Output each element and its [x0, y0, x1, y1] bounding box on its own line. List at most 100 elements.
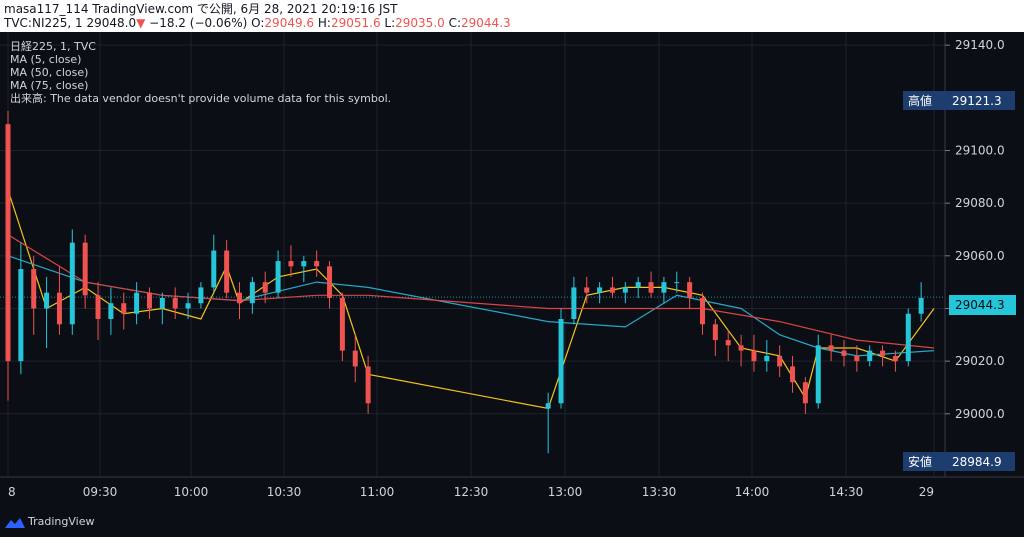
candlesticks [5, 110, 924, 454]
candle-body [224, 250, 230, 293]
low-label: L: [384, 16, 396, 30]
x-tick-label: 8 [8, 485, 16, 499]
candle-body [56, 292, 62, 325]
candle-body [687, 282, 693, 298]
high-tag-label: 高値 [908, 93, 932, 108]
x-tick-label: 14:00 [735, 485, 770, 499]
change-arrow-icon: ▼ [136, 16, 146, 30]
high-price-tag: 高値 29121.3 [903, 91, 1015, 110]
candle-body [108, 303, 114, 320]
tradingview-brand: TradingView [28, 515, 95, 528]
candle-body [314, 261, 320, 267]
candle-body [622, 287, 628, 293]
candle-body [185, 303, 191, 309]
candle-body [700, 297, 705, 325]
legend: 日経225, 1, TVC MA (5, close) MA (50, clos… [10, 40, 391, 105]
candle-body [327, 266, 333, 298]
time-axis[interactable]: 8 09:30 10:00 10:30 11:00 12:30 13:00 13:30 14:0… [8, 485, 934, 499]
candle-body [5, 124, 11, 362]
candle-body [31, 268, 37, 309]
last-price-tag: 29044.3 [949, 295, 1016, 315]
legend-symbol: 日経225, 1, TVC [10, 40, 96, 53]
symbol-label: TVC:NI225, 1 [4, 16, 83, 30]
low-price-tag: 安値 28984.9 [903, 452, 1015, 471]
candle-body [558, 319, 564, 404]
x-tick-label: 11:00 [360, 485, 395, 499]
candle-body [661, 282, 667, 293]
candle-body [764, 355, 770, 362]
low-value: 29035.0 [395, 16, 445, 30]
candle-body [828, 345, 834, 351]
chart-svg[interactable]: 29000.029020.029040.029060.029080.029100… [0, 32, 1024, 505]
legend-ma50: MA (50, close) [10, 66, 88, 79]
y-tick-label: 29020.0 [955, 354, 1005, 368]
candle-body [571, 287, 577, 320]
price-change: −18.2 (−0.06%) [149, 16, 248, 30]
chart-header: masa117_114 TradingView.com で公開, 6月 28, … [0, 0, 1024, 32]
high-tag-value: 29121.3 [952, 94, 1002, 108]
tradingview-logo-icon [5, 518, 25, 528]
candle-body [777, 355, 783, 367]
candle-body [301, 261, 307, 267]
y-tick-label: 29080.0 [955, 196, 1005, 210]
candle-body [288, 261, 294, 267]
candle-body [597, 287, 603, 293]
candle-body [918, 297, 924, 314]
ohlc-line: TVC:NI225, 1 29048.0▼ −18.2 (−0.06%) O:2… [4, 16, 511, 30]
candle-body [44, 292, 50, 309]
candle-body [69, 242, 75, 325]
candle-body [121, 303, 127, 314]
low-tag-value: 28984.9 [952, 455, 1002, 469]
low-tag-label: 安値 [908, 454, 932, 469]
candle-body [339, 297, 345, 351]
close-value: 29044.3 [461, 16, 511, 30]
candle-body [712, 324, 718, 341]
legend-ma75: MA (75, close) [10, 79, 88, 92]
x-tick-label: 14:30 [829, 485, 864, 499]
candle-body [751, 350, 757, 362]
candle-body [815, 345, 821, 404]
candle-body [802, 382, 808, 404]
candle-body [172, 297, 178, 309]
candle-body [738, 345, 744, 351]
candle-body [790, 366, 796, 383]
candle-body [146, 292, 152, 309]
open-value: 29049.6 [264, 16, 315, 30]
candle-body [609, 287, 615, 293]
x-tick-label: 10:30 [267, 485, 302, 499]
candle-body [18, 268, 24, 362]
legend-ma5: MA (5, close) [10, 53, 81, 66]
candle-body [892, 355, 898, 362]
x-tick-label: 13:00 [548, 485, 583, 499]
candle-body [905, 313, 911, 362]
candle-body [82, 242, 88, 296]
publish-info: masa117_114 TradingView.com で公開, 6月 28, … [4, 2, 398, 16]
last-tag-value: 29044.3 [955, 298, 1005, 312]
legend-volume: 出来高: The data vendor doesn't provide vol… [10, 91, 391, 105]
x-tick-label: 09:30 [83, 485, 118, 499]
x-tick-label: 12:30 [454, 485, 489, 499]
y-tick-label: 29060.0 [955, 249, 1005, 263]
candle-body [249, 282, 255, 304]
candle-body [648, 282, 654, 293]
high-label: H: [317, 16, 331, 30]
candle-body [134, 292, 140, 314]
footer: TradingView [0, 505, 1024, 537]
candle-body [725, 340, 731, 346]
candle-body [159, 297, 165, 309]
open-label: O: [251, 16, 265, 30]
last-price: 29048.0 [86, 16, 137, 30]
candle-body [841, 350, 847, 356]
candle-body [211, 250, 217, 288]
candle-body [545, 403, 551, 409]
x-tick-label: 10:00 [174, 485, 209, 499]
candle-body [275, 261, 281, 293]
price-chart[interactable]: 29000.029020.029040.029060.029080.029100… [0, 32, 1024, 505]
x-tick-label: 13:30 [642, 485, 677, 499]
high-value: 29051.6 [330, 16, 381, 30]
candle-body [674, 282, 680, 284]
candle-body [365, 366, 371, 404]
candle-body [237, 292, 242, 304]
candle-body [352, 350, 358, 367]
candle-body [584, 287, 590, 293]
